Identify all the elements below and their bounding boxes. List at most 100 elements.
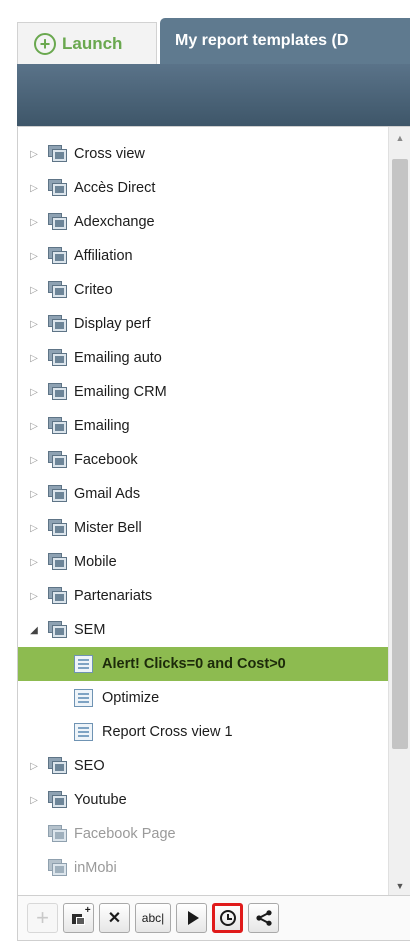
rename-button[interactable]: abc|	[135, 903, 171, 933]
tree-report-row[interactable]: Optimize	[18, 681, 388, 715]
tree-folder-label: Emailing CRM	[74, 384, 167, 400]
tree-folder-label: Mobile	[74, 554, 117, 570]
tree-folder-label: Adexchange	[74, 214, 155, 230]
folder-icon	[48, 315, 68, 333]
expand-arrow-icon[interactable]: ▷	[27, 251, 41, 262]
tree-folder-row[interactable]: ▷ Emailing auto	[18, 341, 388, 375]
folder-icon	[48, 383, 68, 401]
tree-folder-row[interactable]: ▷ Accès Direct	[18, 171, 388, 205]
expand-arrow-icon[interactable]: ▷	[27, 761, 41, 772]
tree-folder-row[interactable]: ◢ SEM	[18, 613, 388, 647]
folder-icon	[48, 757, 68, 775]
tree-folder-row[interactable]: ▷ SEO	[18, 749, 388, 783]
tree-folder-label: Criteo	[74, 282, 113, 298]
folder-icon	[48, 145, 68, 163]
expand-arrow-icon[interactable]: ▷	[27, 523, 41, 534]
tab-launch-label: Launch	[62, 33, 123, 53]
tree-folder-row[interactable]: ▷ Facebook	[18, 443, 388, 477]
report-icon	[74, 722, 94, 742]
folder-icon	[48, 281, 68, 299]
share-button[interactable]	[248, 903, 279, 933]
play-icon	[187, 911, 199, 925]
expand-arrow-icon[interactable]: ▷	[27, 319, 41, 330]
expand-arrow-icon[interactable]: ▷	[27, 455, 41, 466]
expand-arrow-icon[interactable]: ▷	[27, 353, 41, 364]
new-folder-icon: +	[71, 905, 91, 925]
expand-arrow-icon[interactable]: ▷	[27, 217, 41, 228]
tree-folder-label: Emailing	[74, 418, 130, 434]
folder-icon	[48, 417, 68, 435]
rename-icon: abc|	[141, 911, 165, 925]
expand-arrow-icon[interactable]: ▷	[27, 591, 41, 602]
tree-folder-label: Affiliation	[74, 248, 133, 264]
folder-icon	[48, 553, 68, 571]
tree-folder-label: inMobi	[74, 860, 117, 876]
collapse-arrow-icon[interactable]: ◢	[27, 625, 41, 636]
folder-icon	[48, 247, 68, 265]
scroll-down-arrow-icon[interactable]: ▼	[389, 881, 410, 891]
new-folder-button[interactable]: +	[63, 903, 94, 933]
tree-folder-label: Mister Bell	[74, 520, 142, 536]
tab-launch[interactable]: + Launch	[17, 22, 157, 64]
tree-panel: ▷ Cross view ▷ Accès Direct ▷ Adexchange ▷ Affi…	[17, 126, 410, 896]
folder-icon	[48, 825, 68, 843]
tree-folder-row[interactable]: ▷ Emailing CRM	[18, 375, 388, 409]
folder-icon	[48, 451, 68, 469]
expand-arrow-icon[interactable]: ▷	[27, 557, 41, 568]
tab-templates-label: My report templates (D	[175, 32, 349, 49]
folder-icon	[48, 587, 68, 605]
tree-folder-row[interactable]: ▷ Cross view	[18, 137, 388, 171]
tab-my-report-templates[interactable]: My report templates (D	[160, 18, 410, 64]
tree-folder-row[interactable]: ▷ Criteo	[18, 273, 388, 307]
tree-report-row[interactable]: Report Cross view 1	[18, 715, 388, 749]
tree-folder-row[interactable]: ▷ Gmail Ads	[18, 477, 388, 511]
tree-folder-row[interactable]: ▷ Adexchange	[18, 205, 388, 239]
scrollbar-thumb[interactable]	[392, 159, 408, 749]
tree-folder-row[interactable]: ▷ Display perf	[18, 307, 388, 341]
tree-folder-label: SEO	[74, 758, 105, 774]
tree-report-label: Alert! Clicks=0 and Cost>0	[102, 656, 286, 672]
tree-folder-row[interactable]: ▷ Youtube	[18, 783, 388, 817]
tree-folder-row[interactable]: ▷ Mobile	[18, 545, 388, 579]
folder-icon	[48, 519, 68, 537]
scroll-up-arrow-icon[interactable]: ▲	[389, 133, 410, 143]
run-button[interactable]	[176, 903, 207, 933]
header-bar	[17, 64, 410, 126]
report-icon	[74, 688, 94, 708]
schedule-button[interactable]	[212, 903, 243, 933]
tree-folder-row[interactable]: Facebook Page	[18, 817, 388, 851]
expand-arrow-icon[interactable]: ▷	[27, 421, 41, 432]
tree-folder-label: Emailing auto	[74, 350, 162, 366]
tree-report-row[interactable]: Alert! Clicks=0 and Cost>0	[18, 647, 388, 681]
tree-folder-label: Facebook Page	[74, 826, 176, 842]
tree-folder-label: Partenariats	[74, 588, 153, 604]
folder-icon	[48, 859, 68, 877]
tree-folder-row[interactable]: ▷ Emailing	[18, 409, 388, 443]
tree-folder-row[interactable]: ▷ Mister Bell	[18, 511, 388, 545]
tree-report-label: Report Cross view 1	[102, 724, 233, 740]
expand-arrow-icon[interactable]: ▷	[27, 489, 41, 500]
tree-folder-label: Youtube	[74, 792, 127, 808]
delete-button[interactable]: ✕	[99, 903, 130, 933]
folder-icon	[48, 485, 68, 503]
add-button[interactable]: +	[27, 903, 58, 933]
folder-icon	[48, 621, 68, 639]
folder-icon	[48, 213, 68, 231]
tree-folder-row[interactable]: ▷ Affiliation	[18, 239, 388, 273]
expand-arrow-icon[interactable]: ▷	[27, 183, 41, 194]
tree-folder-row[interactable]: inMobi	[18, 851, 388, 885]
report-templates-panel: + Launch My report templates (D ▷ Cross v…	[17, 18, 410, 941]
plus-icon: +	[36, 905, 49, 930]
clock-icon	[219, 910, 236, 926]
plus-circle-icon: +	[34, 32, 56, 55]
expand-arrow-icon[interactable]: ▷	[27, 795, 41, 806]
template-tree: ▷ Cross view ▷ Accès Direct ▷ Adexchange ▷ Affi…	[18, 137, 388, 885]
vertical-scrollbar[interactable]: ▲ ▼	[388, 127, 410, 895]
tab-bar: + Launch My report templates (D	[17, 18, 410, 64]
tree-folder-row[interactable]: ▷ Partenariats	[18, 579, 388, 613]
expand-arrow-icon[interactable]: ▷	[27, 387, 41, 398]
folder-icon	[48, 791, 68, 809]
report-icon	[74, 654, 94, 674]
expand-arrow-icon[interactable]: ▷	[27, 285, 41, 296]
expand-arrow-icon[interactable]: ▷	[27, 149, 41, 160]
